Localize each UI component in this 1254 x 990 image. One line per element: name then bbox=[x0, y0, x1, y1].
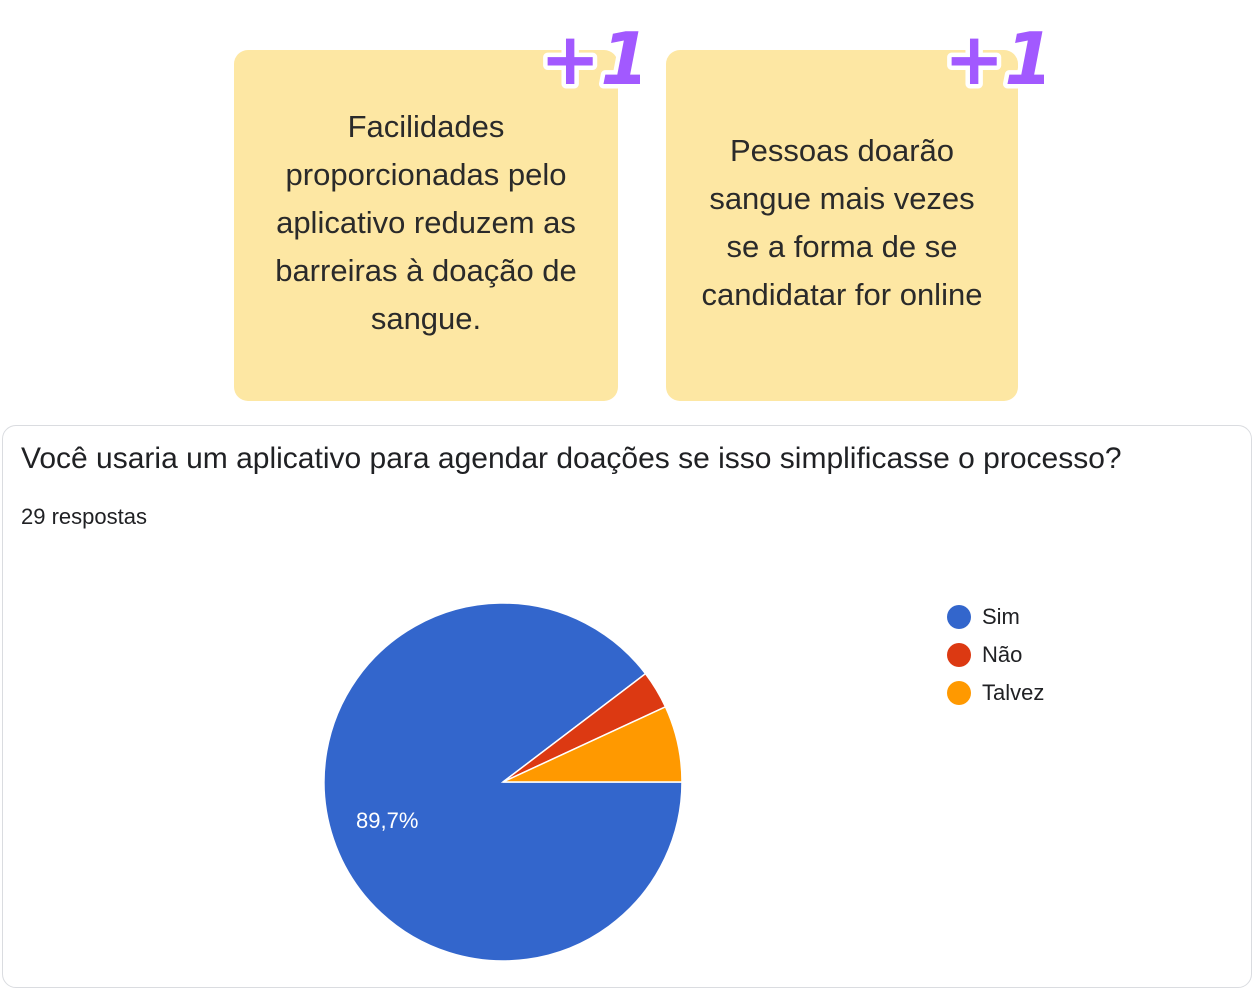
legend-item-nao: Não bbox=[947, 636, 1044, 674]
legend-item-sim: Sim bbox=[947, 598, 1044, 636]
note-text: Pessoas doarão sangue mais vezes se a fo… bbox=[701, 132, 983, 312]
pie-chart: 89,7% bbox=[323, 602, 683, 962]
sticky-note-facilidades: Facilidades proporcionadas pelo aplicati… bbox=[234, 50, 618, 401]
legend-dot-talvez bbox=[947, 681, 971, 705]
slice-label-sim: 89,7% bbox=[356, 808, 418, 833]
form-response-card: Você usaria um aplicativo para agendar d… bbox=[2, 425, 1252, 988]
legend-item-talvez: Talvez bbox=[947, 674, 1044, 712]
chart-legend: Sim Não Talvez bbox=[947, 598, 1044, 712]
badge-text: +1 bbox=[540, 17, 640, 96]
badge-text: +1 bbox=[944, 17, 1044, 96]
legend-label: Não bbox=[982, 642, 1023, 667]
legend-dot-nao bbox=[947, 643, 971, 667]
legend-dot-sim bbox=[947, 605, 971, 629]
legend-label: Sim bbox=[982, 604, 1020, 629]
plus-one-badge-icon: +1 bbox=[536, 13, 641, 97]
legend-label: Talvez bbox=[982, 680, 1045, 705]
pie-slices bbox=[323, 602, 683, 962]
sticky-note-pessoas-doarao: Pessoas doarão sangue mais vezes se a fo… bbox=[666, 50, 1018, 401]
note-text: Facilidades proporcionadas pelo aplicati… bbox=[275, 108, 577, 336]
plus-one-badge-icon: +1 bbox=[940, 13, 1045, 97]
